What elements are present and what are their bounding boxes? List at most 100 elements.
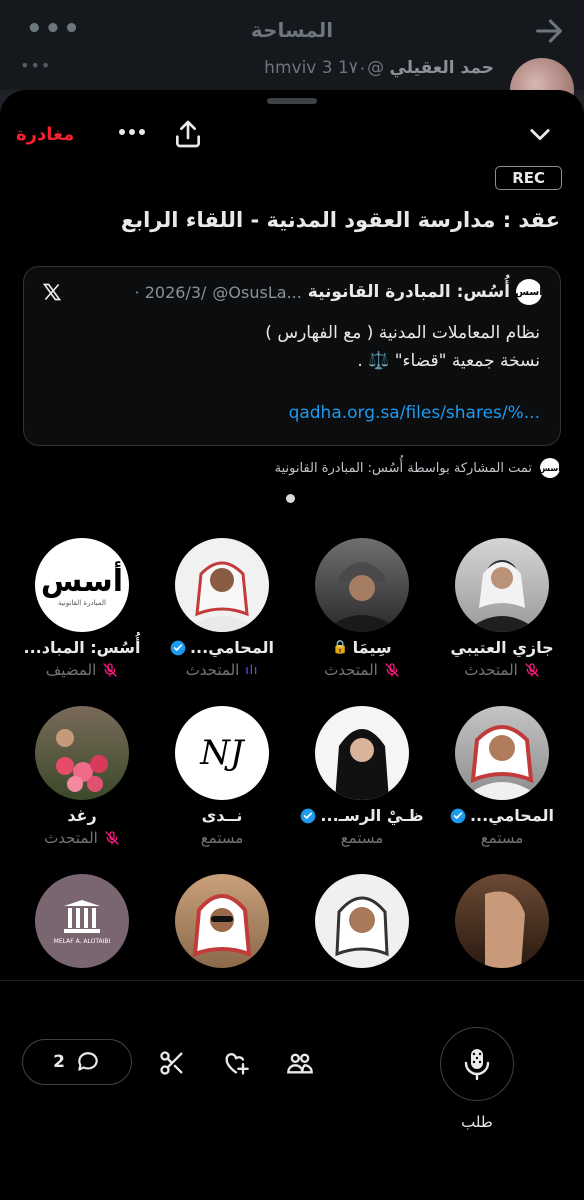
participant-card[interactable] [432, 874, 572, 968]
participant-card[interactable] [152, 874, 292, 968]
osus-logo-text: أسس [40, 563, 124, 599]
pinned-post-date: · 2026/3/ [134, 282, 207, 302]
speaking-indicator-icon: ılı [245, 663, 259, 677]
participant-role: مستمع [480, 829, 524, 847]
participant-role: مستمع [340, 829, 384, 847]
participant-role: المتحدث [464, 661, 518, 679]
participant-card[interactable]: رغد المتحدث [12, 706, 152, 847]
leave-button[interactable]: مغادرة [16, 124, 74, 145]
pinned-post-line-2: نسخة جمعية "قضاء" ⚖️ . [357, 351, 540, 371]
participant-card[interactable] [292, 874, 432, 968]
comments-count: 2 [53, 1052, 65, 1072]
shared-by-row: أسس تمت المشاركة بواسطة أُسُس: المبادرة … [274, 458, 561, 478]
participant-card[interactable]: المحامي... ılı المتحدث [152, 538, 292, 679]
participant-role-row: ılı المتحدث [152, 661, 292, 679]
participant-card[interactable]: المحامي... مستمع [432, 706, 572, 847]
mic-muted-icon [103, 663, 117, 677]
participant-role: المضيف [45, 661, 97, 679]
pinned-post-line-1: نظام المعاملات المدنية ( مع الفهارس ) [265, 323, 540, 343]
comments-button[interactable]: 2 [22, 1039, 132, 1085]
participant-card[interactable]: أسس المبادرة القانونية أُسُس: المباد... … [12, 538, 152, 679]
pinned-post-avatar: أسس [515, 279, 543, 305]
participants-icon[interactable] [286, 1049, 314, 1077]
recording-badge: REC [495, 166, 562, 190]
participant-name: رغد [67, 806, 97, 825]
background-tweet-age: 3 1٧٠ [321, 58, 368, 78]
participant-avatar [315, 538, 409, 632]
participant-avatar: MELAF A. ALOTAIBI [35, 874, 129, 968]
participant-name-row: المحامي... [152, 638, 292, 657]
lock-icon: 🔒 [332, 640, 349, 655]
participant-name: سِيمَا [352, 638, 392, 657]
more-options-button[interactable] [116, 116, 148, 148]
participant-name: أُسُس: المباد... [23, 638, 141, 657]
request-mic-label: طلب [461, 1113, 493, 1131]
brand-card-text: MELAF A. ALOTAIBI [53, 937, 111, 945]
background-tweet-author: حمد العقيلي [389, 58, 494, 78]
chevron-down-icon[interactable] [526, 120, 554, 148]
nada-logo-text: NJ [200, 733, 244, 773]
participant-card[interactable]: سِيمَا 🔒 المتحدث [292, 538, 432, 679]
participant-role-row: المضيف [12, 661, 152, 679]
participant-avatar [175, 538, 269, 632]
verified-badge-icon [450, 808, 466, 823]
mic-muted-icon [385, 663, 399, 677]
bottom-controls-bar: 2 طلب [0, 980, 584, 1200]
participant-name: ظـيْ الرسـ... [320, 806, 424, 825]
shared-by-avatar: أسس [539, 458, 561, 478]
participant-card[interactable]: MELAF A. ALOTAIBI [12, 874, 152, 968]
participant-name: المحامي... [469, 806, 555, 825]
participant-avatar [315, 706, 409, 800]
request-mic-button[interactable] [440, 1027, 514, 1101]
sheet-grabber[interactable] [267, 98, 317, 104]
carousel-page-dot [286, 494, 295, 503]
participant-avatar: NJ [175, 706, 269, 800]
microphone-icon [464, 1049, 490, 1081]
participant-avatar [455, 874, 549, 968]
participant-name: المحامي... [189, 638, 275, 657]
pinned-post-link[interactable]: qadha.org.sa/files/shares/%... [289, 403, 540, 423]
participant-name: جازي العتيبي [450, 638, 554, 657]
verified-badge-icon [170, 640, 186, 655]
participant-avatar [455, 706, 549, 800]
share-icon[interactable] [172, 118, 204, 150]
pillars-logo-icon [64, 899, 100, 933]
osus-logo-subtext: المبادرة القانونية [58, 598, 106, 607]
x-logo-icon [42, 283, 62, 301]
pinned-post-handle: @OsusLa... [212, 282, 302, 302]
participant-avatar [35, 706, 129, 800]
participant-role-row: المتحدث [292, 661, 432, 679]
participant-name: نــدى [201, 806, 243, 825]
participant-role: المتحدث [185, 661, 240, 679]
participant-card[interactable]: NJ نــدى مستمع [152, 706, 292, 847]
background-tweet-header: حمد العقيلي @hmviv 3 1٧٠ [264, 58, 494, 78]
participant-role-row: المتحدث [432, 661, 572, 679]
participant-card[interactable]: جازي العتيبي المتحدث [432, 538, 572, 679]
participant-role-row: المتحدث [12, 829, 152, 847]
react-heart-icon[interactable] [222, 1049, 250, 1077]
participant-role: مستمع [200, 829, 244, 847]
pinned-post-header: أسس أُسُس: المبادرة القانونية @OsusLa...… [42, 279, 543, 305]
verified-badge-icon [301, 808, 316, 823]
background-title: المساحة [250, 18, 334, 42]
participant-card[interactable]: ظـيْ الرسـ... مستمع [292, 706, 432, 847]
pinned-post-card[interactable]: أسس أُسُس: المبادرة القانونية @OsusLa...… [23, 266, 561, 446]
mic-muted-icon [105, 831, 119, 845]
more-icon [119, 129, 145, 135]
clip-scissors-icon[interactable] [158, 1049, 186, 1077]
participant-name-row: ظـيْ الرسـ... [292, 806, 432, 825]
comment-icon [78, 1052, 98, 1071]
participant-avatar: أسس المبادرة القانونية [35, 538, 129, 632]
background-tweet-more: ••• [20, 56, 52, 75]
space-title: عقد : مدارسة العقود المدنية - اللقاء الر… [120, 208, 560, 232]
pinned-post-author: أُسُس: المبادرة القانونية [307, 282, 510, 302]
participant-avatar [175, 874, 269, 968]
shared-by-text: تمت المشاركة بواسطة أُسُس: المبادرة القا… [274, 460, 532, 476]
participant-avatar [455, 538, 549, 632]
participant-name-row: المحامي... [432, 806, 572, 825]
mic-muted-icon [525, 663, 539, 677]
back-arrow-icon[interactable] [532, 14, 566, 48]
participant-name-row: سِيمَا 🔒 [292, 638, 432, 657]
participant-role: المتحدث [44, 829, 98, 847]
participant-avatar [315, 874, 409, 968]
